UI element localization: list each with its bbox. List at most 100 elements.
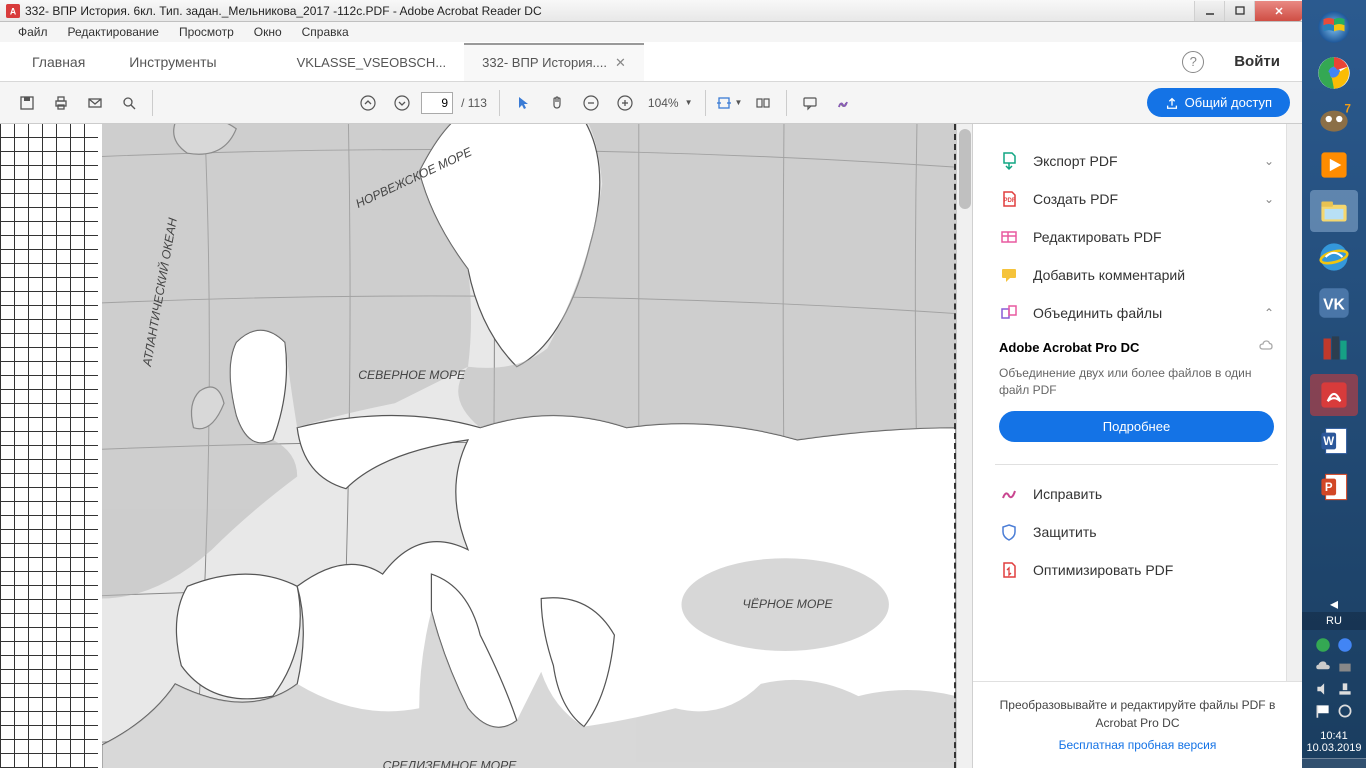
tray-icon[interactable] xyxy=(1336,658,1354,676)
tab-document-2[interactable]: 332- ВПР История.... ✕ xyxy=(464,43,644,81)
panel-footer-link[interactable]: Бесплатная пробная версия xyxy=(993,736,1282,754)
tool-export-pdf[interactable]: Экспорт PDF ⌄ xyxy=(995,142,1278,180)
menu-window[interactable]: Окно xyxy=(244,25,292,39)
taskbar-language[interactable]: RU xyxy=(1302,612,1366,630)
help-icon[interactable]: ? xyxy=(1182,51,1204,73)
fit-width-button[interactable]: ▼ xyxy=(714,88,744,118)
merge-learn-more-label: Подробнее xyxy=(1103,419,1170,434)
window-controls xyxy=(1194,1,1302,21)
fix-icon xyxy=(999,484,1019,504)
tool-create-pdf[interactable]: PDF Создать PDF ⌄ xyxy=(995,180,1278,218)
taskbar-explorer-icon[interactable] xyxy=(1310,190,1358,232)
taskbar-ie-icon[interactable] xyxy=(1310,236,1358,278)
share-button[interactable]: Общий доступ xyxy=(1147,88,1290,117)
tools-side-panel: Экспорт PDF ⌄ PDF Создать PDF ⌄ Редактир… xyxy=(972,124,1302,768)
search-button[interactable] xyxy=(114,88,144,118)
document-viewport[interactable]: НОРВЕЖСКОЕ МОРЕ АТЛАНТИЧЕСКИЙ ОКЕАН СЕВЕ… xyxy=(0,124,972,768)
minimize-button[interactable] xyxy=(1194,1,1224,21)
tab-home[interactable]: Главная xyxy=(10,44,107,80)
menu-file[interactable]: Файл xyxy=(8,25,58,39)
signin-button[interactable]: Войти xyxy=(1222,53,1292,70)
maximize-button[interactable] xyxy=(1224,1,1254,21)
menu-help[interactable]: Справка xyxy=(292,25,359,39)
taskbar-clock[interactable]: 10:41 10.03.2019 xyxy=(1302,726,1366,758)
page-number-input[interactable] xyxy=(421,92,453,114)
optimize-pdf-icon xyxy=(999,560,1019,580)
menubar: Файл Редактирование Просмотр Окно Справк… xyxy=(0,22,1302,42)
tray-network-icon[interactable] xyxy=(1336,680,1354,698)
taskbar-word-icon[interactable]: W xyxy=(1310,420,1358,462)
taskbar-media-icon[interactable] xyxy=(1310,144,1358,186)
panel-footer-text: Преобразовывайте и редактируйте файлы PD… xyxy=(993,696,1282,732)
tab-close-icon[interactable]: ✕ xyxy=(615,55,626,71)
system-tray xyxy=(1304,630,1364,726)
window-title: 332- ВПР История. 6кл. Тип. задан._Мельн… xyxy=(25,4,1194,18)
taskbar-vk-icon[interactable]: VK xyxy=(1310,282,1358,324)
svg-text:VK: VK xyxy=(1323,296,1345,313)
select-tool-button[interactable] xyxy=(508,88,538,118)
taskbar-gimp-icon[interactable]: 7 xyxy=(1310,98,1358,140)
page-up-button[interactable] xyxy=(353,88,383,118)
tray-icon[interactable] xyxy=(1336,636,1354,654)
tool-combine-files-label: Объединить файлы xyxy=(1033,305,1264,321)
tool-optimize-pdf-label: Оптимизировать PDF xyxy=(1033,562,1274,578)
tool-create-pdf-label: Создать PDF xyxy=(1033,191,1264,207)
clock-time: 10:41 xyxy=(1302,730,1366,742)
page-grid-strip xyxy=(0,124,98,768)
windows-taskbar: 7 VK W P ◂ RU 10:41 10.03.2019 xyxy=(1302,0,1366,768)
content-area: НОРВЕЖСКОЕ МОРЕ АТЛАНТИЧЕСКИЙ ОКЕАН СЕВЕ… xyxy=(0,124,1302,768)
tray-icon[interactable] xyxy=(1336,702,1354,720)
taskbar-acrobat-icon[interactable] xyxy=(1310,374,1358,416)
start-button[interactable] xyxy=(1310,6,1358,48)
page-down-button[interactable] xyxy=(387,88,417,118)
fit-page-button[interactable] xyxy=(748,88,778,118)
tray-icon[interactable] xyxy=(1314,658,1332,676)
tray-volume-icon[interactable] xyxy=(1314,680,1332,698)
tool-add-comment[interactable]: Добавить комментарий xyxy=(995,256,1278,294)
taskbar-books-icon[interactable] xyxy=(1310,328,1358,370)
print-button[interactable] xyxy=(46,88,76,118)
menu-view[interactable]: Просмотр xyxy=(169,25,244,39)
taskbar-expand-button[interactable]: ◂ xyxy=(1302,596,1366,612)
taskbar-chrome-icon[interactable] xyxy=(1310,52,1358,94)
zoom-in-button[interactable] xyxy=(610,88,640,118)
menu-edit[interactable]: Редактирование xyxy=(58,25,169,39)
tool-protect-label: Защитить xyxy=(1033,524,1274,540)
edit-pdf-icon xyxy=(999,227,1019,247)
hand-tool-button[interactable] xyxy=(542,88,572,118)
tool-edit-pdf[interactable]: Редактировать PDF xyxy=(995,218,1278,256)
email-button[interactable] xyxy=(80,88,110,118)
svg-text:A: A xyxy=(10,6,17,16)
tray-icon[interactable] xyxy=(1314,636,1332,654)
taskbar-powerpoint-icon[interactable]: P xyxy=(1310,466,1358,508)
tool-export-pdf-label: Экспорт PDF xyxy=(1033,153,1264,169)
sign-button[interactable] xyxy=(829,88,859,118)
merge-title-label: Adobe Acrobat Pro DC xyxy=(999,340,1139,355)
zoom-level-select[interactable]: 104% ▼ xyxy=(644,94,697,112)
show-desktop-button[interactable] xyxy=(1302,758,1366,768)
merge-learn-more-button[interactable]: Подробнее xyxy=(999,411,1274,442)
tool-protect[interactable]: Защитить xyxy=(995,513,1278,551)
tray-flag-icon[interactable] xyxy=(1314,702,1332,720)
scroll-thumb[interactable] xyxy=(959,129,971,209)
document-scrollbar[interactable] xyxy=(956,124,972,768)
comment-button[interactable] xyxy=(795,88,825,118)
tool-fix[interactable]: Исправить xyxy=(995,475,1278,513)
zoom-out-button[interactable] xyxy=(576,88,606,118)
tool-edit-pdf-label: Редактировать PDF xyxy=(1033,229,1274,245)
tool-combine-files[interactable]: Объединить файлы ⌃ xyxy=(995,294,1278,332)
app-icon: A xyxy=(6,4,20,18)
create-pdf-icon: PDF xyxy=(999,189,1019,209)
svg-text:PDF: PDF xyxy=(1004,198,1016,204)
combine-files-section: Adobe Acrobat Pro DC Объединение двух ил… xyxy=(995,332,1278,454)
share-button-label: Общий доступ xyxy=(1185,95,1272,110)
tool-add-comment-label: Добавить комментарий xyxy=(1033,267,1274,283)
close-button[interactable] xyxy=(1254,1,1302,21)
merge-description: Объединение двух или более файлов в один… xyxy=(999,365,1274,399)
tab-tools[interactable]: Инструменты xyxy=(107,44,238,80)
tool-optimize-pdf[interactable]: Оптимизировать PDF xyxy=(995,551,1278,589)
tab-document-1[interactable]: VKLASSE_VSEOBSCH... xyxy=(279,43,465,80)
save-button[interactable] xyxy=(12,88,42,118)
panel-scrollbar[interactable] xyxy=(1286,124,1302,681)
clock-date: 10.03.2019 xyxy=(1302,742,1366,754)
